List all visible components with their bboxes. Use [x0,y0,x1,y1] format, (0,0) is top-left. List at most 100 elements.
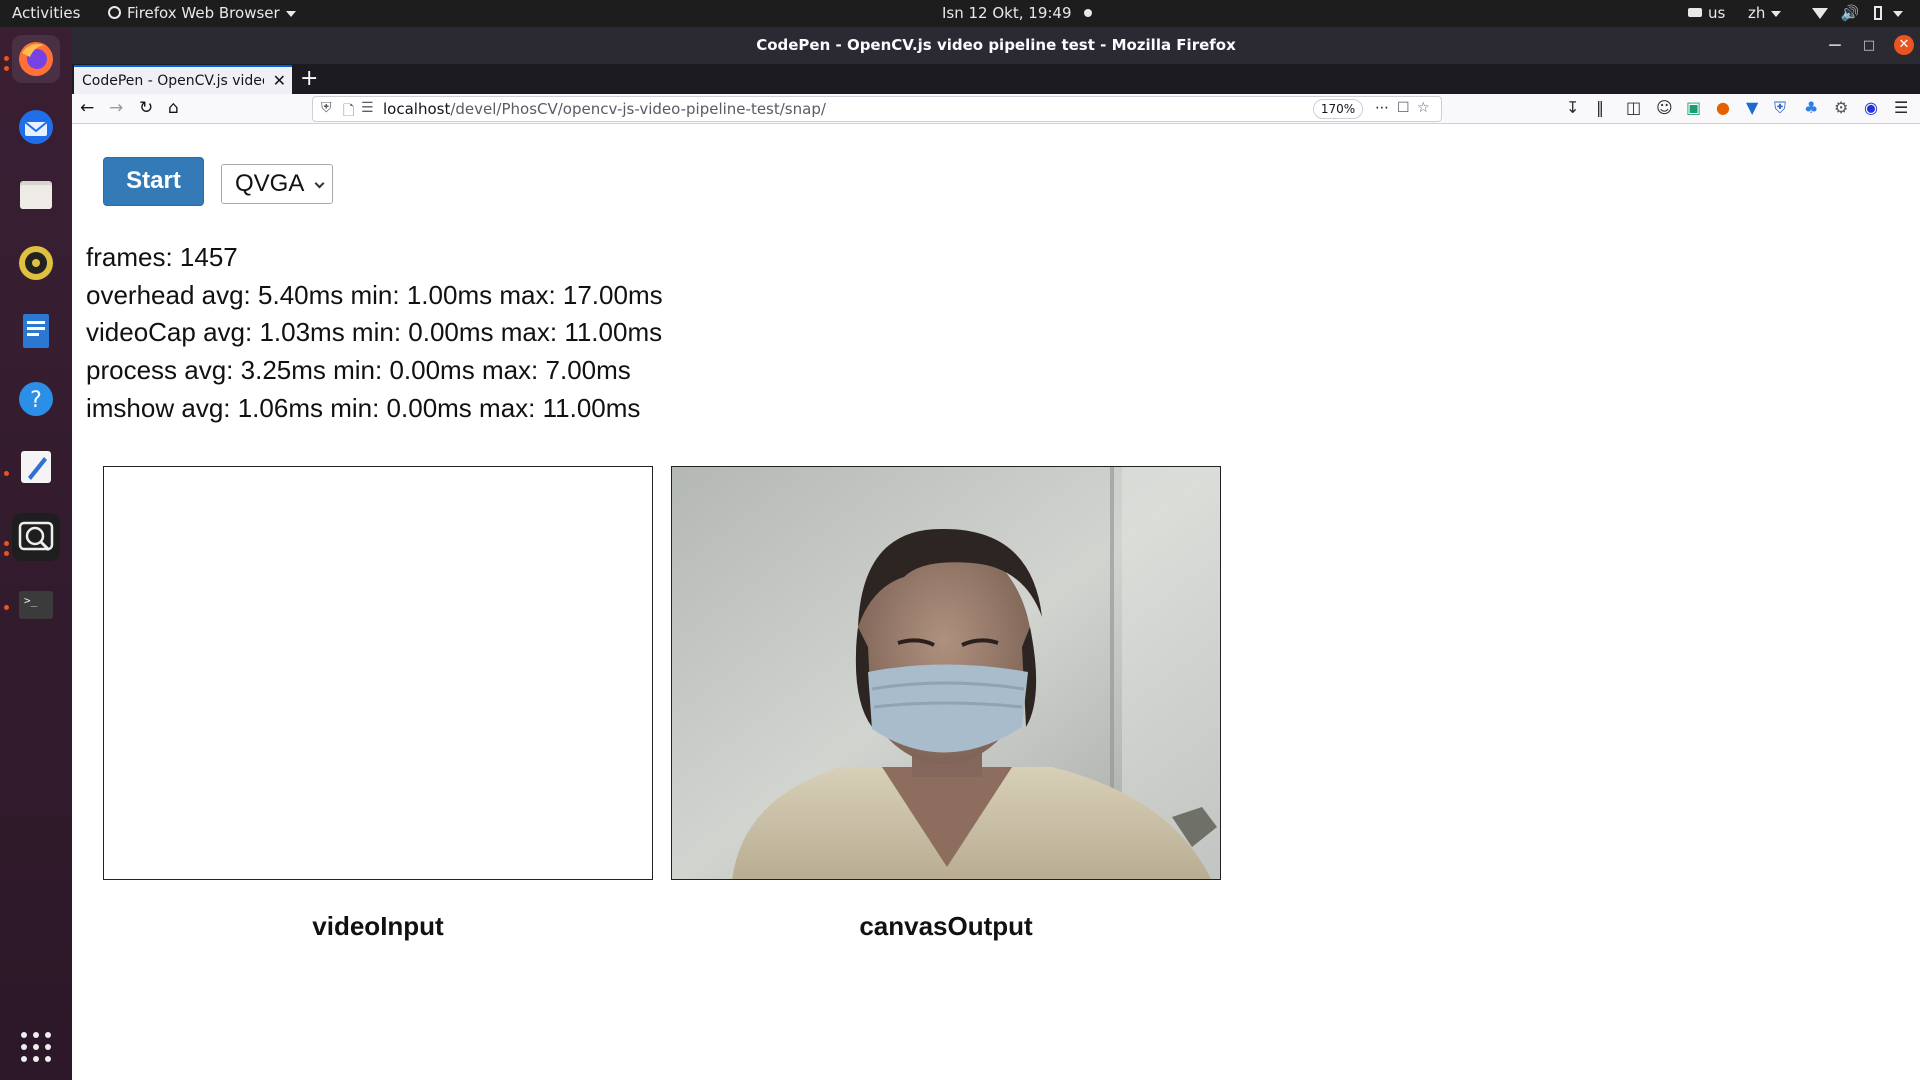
extension-puzzle-icon[interactable]: ♣ [1804,98,1818,117]
terminal-icon: >_ [19,591,53,619]
speaker-icon [19,246,53,280]
zoom-indicator[interactable]: 170% [1313,99,1363,119]
running-indicator [4,605,9,610]
input-method-label: zh [1748,4,1766,22]
menu-icon[interactable]: ☰ [1894,98,1908,117]
document-icon [23,314,49,348]
chevron-down-icon [1771,10,1782,17]
extension-s-icon[interactable]: ▣ [1686,98,1701,117]
minimize-icon[interactable]: — [1826,37,1844,55]
app-grid-icon [21,1032,51,1062]
tab-bar: CodePen - OpenCV.js video pipe ✕ + [72,64,1920,94]
dock-help[interactable]: ? [12,375,60,423]
running-indicator [4,66,9,71]
dock-files[interactable] [12,171,60,219]
magnifier-icon [18,521,54,552]
keyboard-icon [1688,8,1702,17]
help-icon: ? [19,382,53,416]
start-button[interactable]: Start [103,157,204,206]
firefox-app-icon [108,6,121,19]
show-applications-button[interactable] [12,1023,60,1071]
download-icon[interactable]: ↧ [1566,98,1579,117]
app-menu-label: Firefox Web Browser [127,4,280,22]
extension-fire-icon[interactable]: ● [1716,98,1730,117]
stats-frames: frames: 1457 [86,242,238,272]
keyboard-layout-label: us [1708,4,1726,22]
url-bar[interactable]: ⛨ 🗋 ☰ localhost/devel/PhosCV/opencv-js-v… [312,96,1442,122]
page-info-icon[interactable]: 🗋 [343,100,354,124]
url-text[interactable]: localhost/devel/PhosCV/opencv-js-video-p… [383,100,826,118]
dock-text-editor[interactable] [12,443,60,491]
clock[interactable]: Isn 12 Okt, 19:49 [942,4,1093,22]
chevron-down-icon [1893,10,1904,17]
activities-button[interactable]: Activities [12,4,80,22]
stats-videocap: videoCap avg: 1.03ms min: 0.00ms max: 11… [86,317,663,348]
system-status-menu[interactable]: 🔊 [1812,4,1904,22]
more-actions-icon[interactable]: ⋯ [1375,100,1389,116]
thunderbird-icon [19,110,53,144]
clock-label: Isn 12 Okt, 19:49 [942,4,1072,22]
forward-arrow-icon[interactable]: → [109,98,123,118]
bookmark-star-icon[interactable]: ☆ [1417,100,1430,116]
page-content: Start QVGA frames: 1457 overhead avg: 5.… [72,125,1920,1080]
video-input-label: videoInput [312,911,444,941]
dock-terminal[interactable]: >_ [12,581,60,629]
back-arrow-icon[interactable]: ← [80,98,94,118]
extension-v-icon[interactable]: ▼ [1746,98,1758,117]
stats-process: process avg: 3.25ms min: 0.00ms max: 7.0… [86,355,631,386]
folder-icon [20,181,52,209]
maximize-icon[interactable]: □ [1860,37,1878,55]
volume-icon: 🔊 [1840,4,1860,22]
library-icon[interactable]: ‖ [1596,98,1604,117]
extension-shield-icon[interactable]: ⛨ [1774,98,1786,118]
firefox-icon [19,42,53,76]
canvas-output [671,466,1221,880]
notification-dot-icon [1084,9,1093,17]
app-menu[interactable]: Firefox Web Browser [108,4,296,22]
tab-label: CodePen - OpenCV.js video pipe [82,73,264,89]
webcam-frame-image [672,467,1220,879]
tab-codepen[interactable]: CodePen - OpenCV.js video pipe ✕ [74,65,292,94]
running-indicator [4,541,9,546]
extension-badge-icon[interactable]: ◉ [1864,98,1878,117]
dock-screenshot[interactable] [12,513,60,561]
new-tab-button[interactable]: + [300,66,318,91]
close-icon[interactable]: ✕ [273,71,286,90]
resolution-selected-value: QVGA [235,170,305,197]
running-indicator [4,471,9,476]
dock-firefox[interactable] [12,35,60,83]
url-host: localhost [383,100,451,118]
resolution-select[interactable]: QVGA [221,164,333,204]
account-icon[interactable]: ☺ [1656,98,1673,117]
window-title: CodePen - OpenCV.js video pipeline test … [756,36,1236,54]
keyboard-layout-indicator[interactable]: us [1688,4,1725,22]
shield-icon[interactable]: ⛨ [321,100,332,116]
window-title-bar: CodePen - OpenCV.js video pipeline test … [72,27,1920,64]
svg-text:>_: >_ [24,594,38,607]
extension-gear-icon[interactable]: ⚙ [1834,98,1848,117]
dock-rhythmbox[interactable] [12,239,60,287]
sidebar-icon[interactable]: ◫ [1626,98,1641,117]
close-icon[interactable]: ✕ [1894,35,1914,55]
dock: ? >_ [0,27,72,1080]
text-editor-icon [21,451,51,483]
battery-icon [1874,6,1883,20]
running-indicator [4,551,9,556]
system-top-bar: Activities Firefox Web Browser Isn 12 Ok… [0,0,1920,27]
home-icon[interactable]: ⌂ [168,98,179,118]
running-indicator [4,56,9,61]
canvas-output-label: canvasOutput [859,911,1033,941]
chevron-down-icon [285,10,296,17]
dock-writer[interactable] [12,307,60,355]
pocket-icon[interactable]: ☐ [1397,100,1410,116]
svg-text:?: ? [30,388,42,413]
permissions-icon[interactable]: ☰ [361,100,374,116]
dock-thunderbird[interactable] [12,103,60,151]
stats-panel: frames: 1457 overhead avg: 5.40ms min: 1… [86,239,663,428]
chevron-down-icon [314,178,325,189]
input-method-indicator[interactable]: zh [1748,4,1782,22]
stats-imshow: imshow avg: 1.06ms min: 0.00ms max: 11.0… [86,392,641,423]
video-input [103,466,653,880]
reload-icon[interactable]: ↻ [139,98,153,118]
stats-overhead: overhead avg: 5.40ms min: 1.00ms max: 17… [86,279,663,310]
